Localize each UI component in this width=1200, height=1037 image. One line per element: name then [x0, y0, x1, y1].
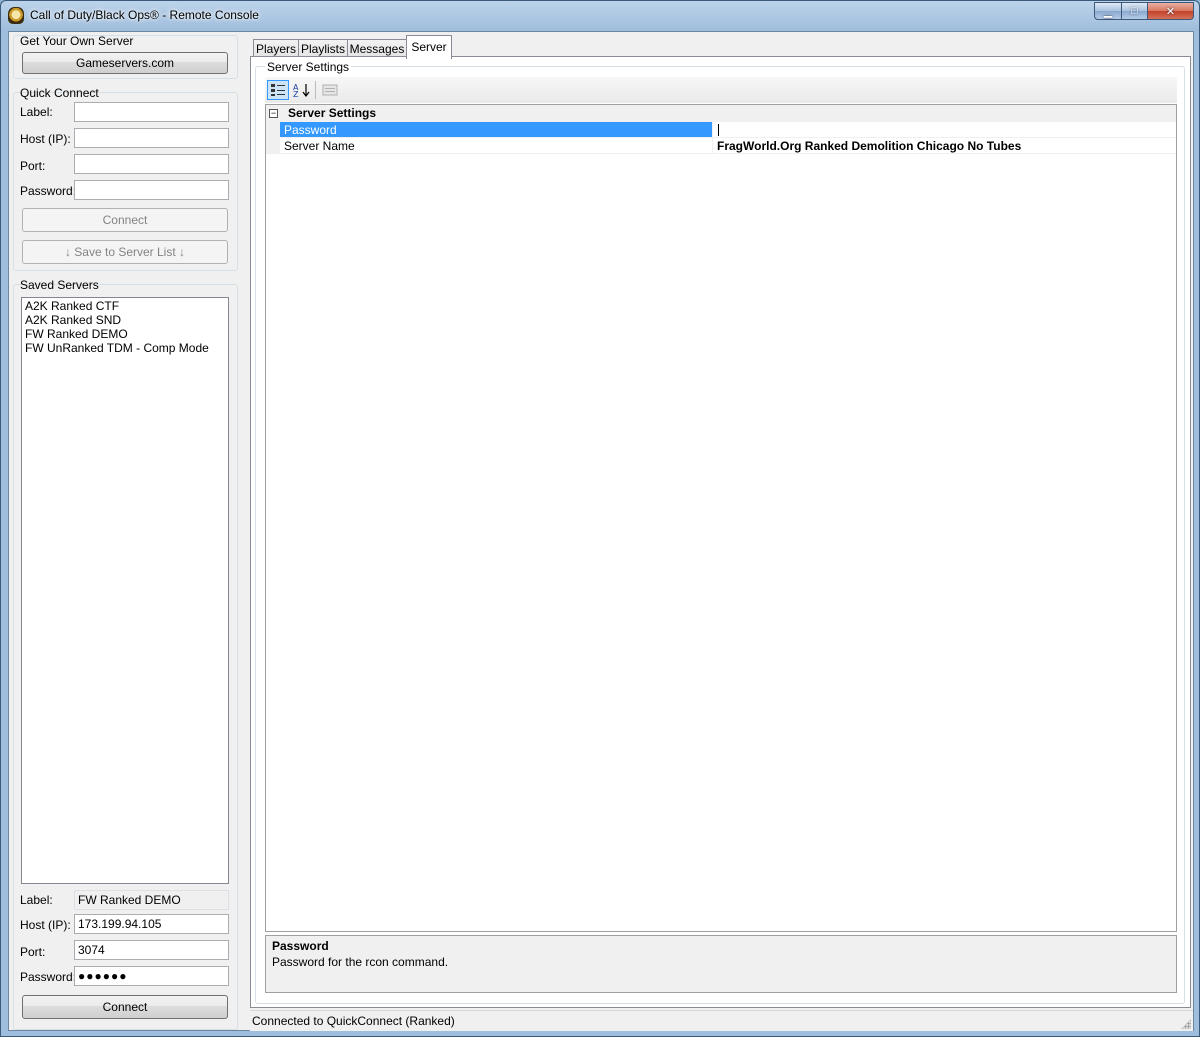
saved-servers-list[interactable]: A2K Ranked CTF A2K Ranked SND FW Ranked … [21, 297, 229, 884]
list-item[interactable]: FW UnRanked TDM - Comp Mode [25, 341, 225, 355]
quick-connect-title: Quick Connect [20, 86, 99, 100]
saved-servers-title: Saved Servers [20, 278, 99, 292]
qc-label-input[interactable] [74, 102, 229, 122]
maximize-button[interactable]: □ [1121, 2, 1148, 20]
property-grid-toolbar: A Z [265, 77, 1177, 103]
gameservers-button[interactable]: Gameservers.com [22, 52, 228, 74]
qc-host-label: Host (IP): [20, 132, 71, 146]
tab-server[interactable]: Server [406, 35, 452, 59]
resize-grip-icon[interactable] [1181, 1019, 1191, 1029]
property-pages-button[interactable] [319, 80, 341, 100]
status-text: Connected to QuickConnect (Ranked) [252, 1014, 455, 1028]
list-item[interactable]: A2K Ranked CTF [25, 299, 225, 313]
svg-text:Z: Z [293, 90, 299, 98]
property-name[interactable]: Password [280, 122, 712, 138]
title-bar[interactable]: Call of Duty/Black Ops® - Remote Console… [1, 1, 1199, 31]
property-row-password[interactable]: Password [266, 122, 1176, 138]
category-row[interactable]: − Server Settings [266, 105, 1176, 122]
close-button[interactable]: ✕ [1147, 2, 1194, 20]
categorized-button[interactable] [267, 80, 289, 100]
qc-password-input[interactable] [74, 180, 229, 200]
property-grid[interactable]: − Server Settings Password Server Name F… [265, 104, 1177, 932]
property-name[interactable]: Server Name [280, 138, 712, 154]
save-to-server-list-button[interactable]: ↓ Save to Server List ↓ [22, 240, 228, 264]
sel-port-label: Port: [20, 945, 46, 959]
sel-host-input[interactable]: 173.199.94.105 [74, 914, 229, 934]
server-tab-page: Server Settings A Z − Server Settings Pa… [250, 56, 1191, 1008]
text-caret [718, 124, 719, 136]
alphabetical-sort-icon: A Z [293, 83, 310, 98]
minimize-icon: ▁ [1103, 5, 1113, 18]
sel-password-label: Password: [20, 970, 77, 984]
property-value-editor[interactable] [712, 122, 1176, 138]
property-row-server-name[interactable]: Server Name FragWorld.Org Ranked Demolit… [266, 138, 1176, 154]
connect-button[interactable]: Connect [22, 995, 228, 1019]
get-server-title: Get Your Own Server [20, 34, 134, 48]
close-icon: ✕ [1165, 5, 1176, 18]
help-description: Password for the rcon command. [272, 955, 449, 969]
sel-host-label: Host (IP): [20, 918, 71, 932]
categorized-icon [271, 84, 285, 96]
collapse-icon[interactable]: − [269, 109, 278, 118]
property-pages-icon [322, 84, 338, 96]
sel-label-label: Label: [20, 893, 53, 907]
qc-port-input[interactable] [74, 154, 229, 174]
row-gutter [266, 138, 280, 154]
help-title: Password [272, 939, 329, 953]
window-title: Call of Duty/Black Ops® - Remote Console [30, 8, 259, 22]
toolbar-separator [315, 81, 316, 99]
sel-label-input: FW Ranked DEMO [74, 890, 229, 910]
list-item[interactable]: FW Ranked DEMO [25, 327, 225, 341]
qc-port-label: Port: [20, 159, 46, 173]
skull-app-icon [8, 7, 24, 24]
row-gutter [266, 122, 280, 138]
app-window: Call of Duty/Black Ops® - Remote Console… [0, 0, 1200, 1037]
qc-password-label: Password: [20, 184, 77, 198]
client-area: Get Your Own Server Gameservers.com Quic… [8, 31, 1194, 1031]
qc-host-input[interactable] [74, 128, 229, 148]
maximize-icon: □ [1131, 5, 1138, 17]
server-settings-group-title: Server Settings [265, 60, 352, 74]
help-pane: Password Password for the rcon command. [265, 935, 1177, 993]
window-controls: ▁ □ ✕ [1094, 2, 1194, 20]
qc-label-label: Label: [20, 105, 53, 119]
qc-connect-button[interactable]: Connect [22, 208, 228, 232]
property-value[interactable]: FragWorld.Org Ranked Demolition Chicago … [712, 138, 1176, 154]
list-item[interactable]: A2K Ranked SND [25, 313, 225, 327]
sel-port-input[interactable]: 3074 [74, 940, 229, 960]
status-bar: Connected to QuickConnect (Ranked) [250, 1010, 1193, 1031]
category-label: Server Settings [288, 106, 377, 120]
alphabetical-button[interactable]: A Z [291, 80, 313, 100]
sel-password-input[interactable]: ●●●●●● [74, 966, 229, 986]
minimize-button[interactable]: ▁ [1094, 2, 1122, 20]
